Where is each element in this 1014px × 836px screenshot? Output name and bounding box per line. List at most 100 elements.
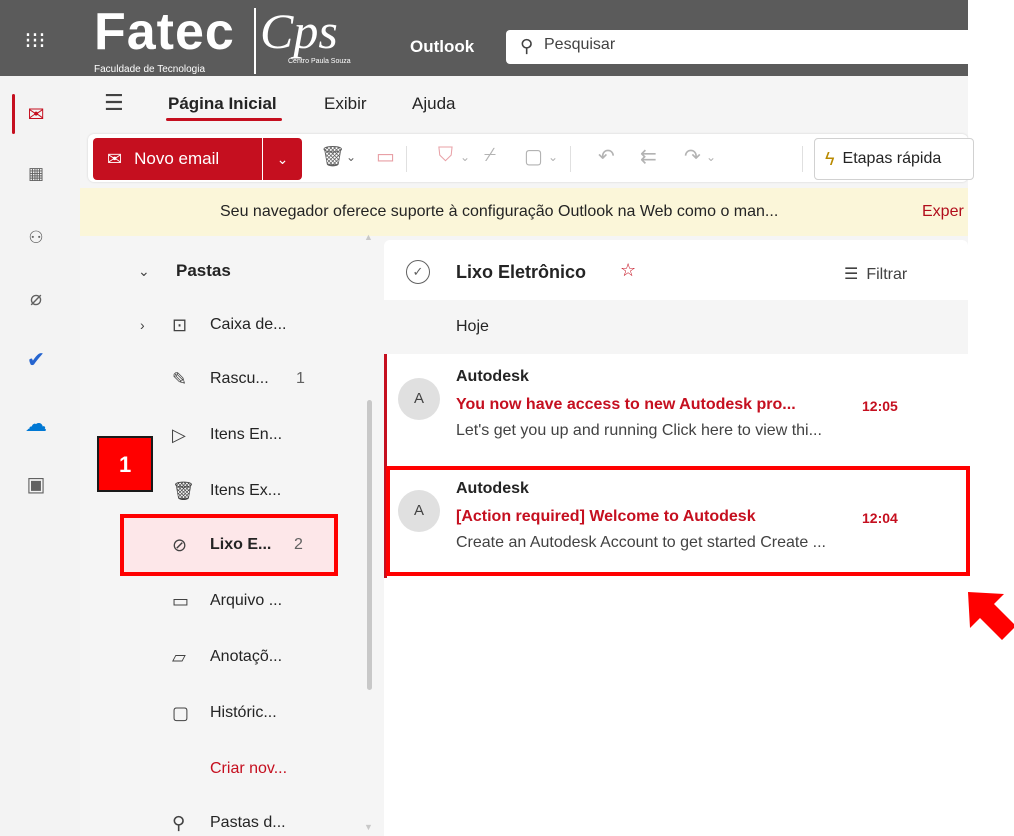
move-to-icon[interactable]: ▢ [524,144,543,169]
folder-item-anotacoes[interactable]: ▱ Anotaçõ... [80,630,370,684]
move-dropdown-icon[interactable]: ⌄ [548,150,558,164]
ribbon-toolbar: ✉ Novo email ⌄ 🗑 ⌄ ▭ ⛉ ⌄ ⌿ ▢ ⌄ ↶ ⇇ ↷ ⌄ ϟ… [80,128,974,188]
folder-label: Itens Ex... [210,482,282,499]
report-icon[interactable]: ⛉ [438,144,453,167]
app-rail: ✉ ▦ ⚇ ⌀ ✔ ☁ ▣ [0,76,80,836]
search-folders-item[interactable]: ⚲ Pastas d... [80,796,370,836]
delete-icon[interactable]: 🗑 [320,144,345,169]
message-item[interactable]: A Autodesk You now have access to new Au… [384,354,968,467]
reply-all-icon[interactable]: ⇇ [640,144,657,169]
toolbar-separator [406,146,407,172]
screen-edge [968,0,1014,76]
chevron-right-icon[interactable]: › [140,317,145,333]
folder-count: 1 [296,370,305,387]
todo-icon[interactable]: ✔ [14,338,58,382]
select-all-checkbox[interactable]: ✓ [406,260,430,284]
logo: Fatec Faculdade de Tecnologia Cps Centro… [88,3,378,75]
search-folders-label: Pastas d... [210,814,286,831]
search-input[interactable] [544,36,944,54]
date-group-label: Hoje [456,318,489,335]
folder-label: Históric... [210,704,277,721]
folder-label: Anotaçõ... [210,648,283,665]
chevron-down-icon: ⌄ [138,262,150,279]
report-dropdown-icon[interactable]: ⌄ [460,150,470,164]
attachment-icon[interactable]: ⌀ [14,276,58,320]
toolbar-separator [570,146,571,172]
new-mail-label: Novo email [134,149,220,168]
forward-dropdown-icon[interactable]: ⌄ [706,150,716,164]
folder-item-arquivo-morto[interactable]: ▭ Arquivo ... [80,574,370,628]
search-icon: ⚲ [520,36,534,56]
inbox-icon: ⊡ [172,314,188,335]
folder-label: Itens En... [210,426,283,443]
apps-icon[interactable]: ▣ [14,462,58,506]
quick-steps-label: Etapas rápida [842,150,942,167]
folder-icon: ▢ [172,702,190,723]
trash-icon: 🗑 [172,480,195,501]
logo-divider [254,8,256,74]
folder-title: Lixo Eletrônico [456,262,587,282]
step-badge: 1 [97,436,153,492]
envelope-icon: ✉ [107,148,123,169]
folder-pane-scrollbar[interactable] [367,400,372,690]
active-tab-underline [166,118,282,121]
search-box[interactable]: ⚲ [506,30,968,64]
message-subject: You now have access to new Autodesk pro.… [456,396,796,413]
sweep-icon[interactable]: ⌿ [484,144,496,167]
archive-icon[interactable]: ▭ [376,144,395,169]
filter-button[interactable]: ☰ Filtrar [844,264,907,284]
new-mail-dropdown-button[interactable]: ⌄ [262,138,302,180]
highlight-box-message [386,466,970,576]
draft-pencil-icon: ✎ [172,368,188,389]
toolbar-separator [802,146,803,172]
create-folder-label: Criar nov... [210,760,288,777]
folder-item-historico[interactable]: ▢ Históric... [80,686,370,740]
note-icon: ▱ [172,646,186,667]
lightning-icon: ϟ [825,148,835,169]
logo-fatec-text: Fatec [94,3,235,61]
quick-steps-button[interactable]: ϟ Etapas rápida [814,138,974,180]
folder-label: Rascu... [210,370,269,387]
tab-exibir[interactable]: Exibir [324,94,367,114]
delete-dropdown-icon[interactable]: ⌄ [346,150,356,164]
send-icon: ▷ [172,424,186,445]
new-mail-button[interactable]: ✉ Novo email [93,138,267,180]
folder-item-caixa-de-entrada[interactable]: › ⊡ Caixa de... [80,298,370,352]
message-sender: Autodesk [456,368,529,385]
app-name[interactable]: Outlook [410,37,474,57]
filter-icon: ☰ [844,266,859,283]
favorite-star-icon[interactable]: ☆ [620,260,636,281]
message-time: 12:05 [862,398,898,414]
folders-header[interactable]: ⌄ Pastas [80,244,370,298]
mail-icon[interactable]: ✉ [14,92,58,136]
hamburger-menu-icon[interactable]: ☰ [104,90,124,116]
calendar-icon[interactable]: ▦ [14,152,58,196]
reply-icon[interactable]: ↶ [598,144,615,169]
logo-cps-text: Cps [260,3,338,59]
date-group-header: Hoje [384,300,968,354]
top-bar: ⁝⁝⁝ Fatec Faculdade de Tecnologia Cps Ce… [0,0,968,76]
info-banner: Seu navegador oferece suporte à configur… [80,188,968,236]
folder-item-rascunhos[interactable]: ✎ Rascu... 1 [80,352,370,406]
pointer-arrow-icon [968,592,1014,640]
search-icon: ⚲ [172,812,186,833]
folders-header-label: Pastas [176,261,231,280]
message-preview: Let's get you up and running Click here … [456,422,822,439]
app-launcher-icon[interactable]: ⁝⁝⁝ [22,28,48,54]
avatar: A [398,378,440,420]
onedrive-icon[interactable]: ☁ [14,402,58,446]
create-folder-link[interactable]: Criar nov... [80,742,370,796]
folder-label: Arquivo ... [210,592,283,609]
logo-cps-subtitle: Centro Paula Souza [288,58,351,65]
highlight-box-junk-folder [120,514,338,576]
people-icon[interactable]: ⚇ [14,216,58,260]
scroll-down-arrow-icon[interactable]: ▼ [364,822,373,832]
folder-label: Caixa de... [210,316,287,333]
tab-pagina-inicial[interactable]: Página Inicial [168,94,277,114]
archive-icon: ▭ [172,590,190,611]
forward-icon[interactable]: ↷ [684,144,701,169]
scroll-up-arrow-icon[interactable]: ▲ [364,232,373,242]
tab-ajuda[interactable]: Ajuda [412,94,455,114]
banner-text: Seu navegador oferece suporte à configur… [220,203,779,220]
banner-link[interactable]: Exper [922,203,964,221]
